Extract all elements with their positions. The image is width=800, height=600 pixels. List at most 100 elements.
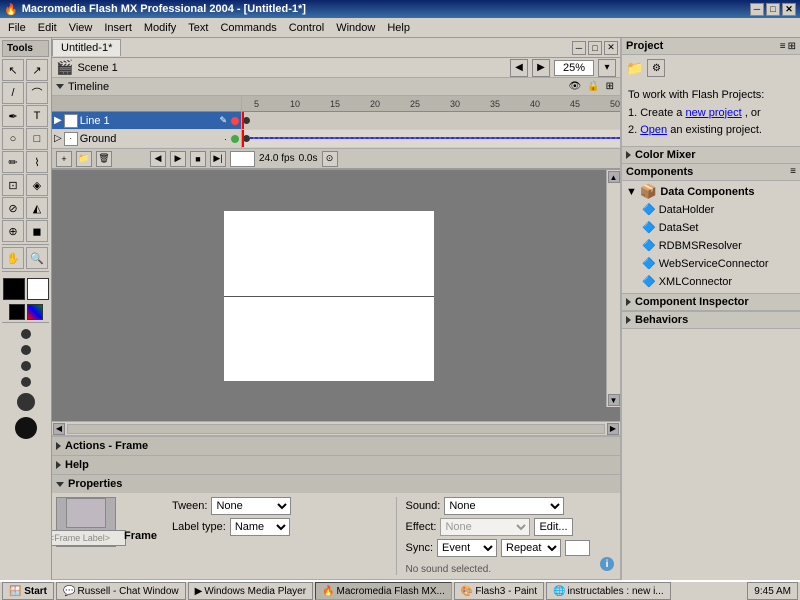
timeline-collapse-icon[interactable] bbox=[56, 84, 64, 89]
frame-row-ground[interactable] bbox=[242, 130, 620, 148]
text-tool[interactable]: T bbox=[26, 105, 48, 127]
start-button[interactable]: 🪟 Start bbox=[2, 582, 54, 600]
repeat-select[interactable]: Repeat bbox=[501, 539, 561, 557]
effect-select[interactable]: None bbox=[440, 518, 530, 536]
doc-tab[interactable]: Untitled-1* bbox=[52, 39, 121, 56]
project-icon-1[interactable]: ≡ bbox=[780, 41, 786, 52]
help-panel-header[interactable]: Help bbox=[52, 456, 620, 474]
zoom-box[interactable]: 25% bbox=[554, 60, 594, 76]
frame-row-line1[interactable] bbox=[242, 112, 620, 130]
frame-label-box[interactable]: <Frame Label> bbox=[52, 530, 126, 546]
taskbar-instructables[interactable]: 🌐 instructables : new i... bbox=[546, 582, 671, 600]
taskbar-paint[interactable]: 🎨 Flash3 - Paint bbox=[454, 582, 544, 600]
layer-edit-line1[interactable]: ✎ bbox=[217, 115, 229, 126]
prev-frame-btn[interactable]: ◀ bbox=[150, 151, 166, 167]
scene-prev-btn[interactable]: ◀ bbox=[510, 59, 528, 77]
menu-item-text[interactable]: Text bbox=[182, 20, 214, 36]
menu-item-edit[interactable]: Edit bbox=[32, 20, 63, 36]
line-tool[interactable]: / bbox=[2, 82, 24, 104]
taskbar-flash[interactable]: 🔥 Macromedia Flash MX... bbox=[315, 582, 452, 600]
eyedropper-tool[interactable]: ⊕ bbox=[2, 220, 24, 242]
component-inspector-header[interactable]: Component Inspector bbox=[622, 293, 800, 311]
zoom-dropdown-btn[interactable]: ▾ bbox=[598, 59, 616, 77]
delete-layer-btn[interactable]: 🗑 bbox=[96, 151, 112, 167]
new-layer-btn[interactable]: + bbox=[56, 151, 72, 167]
stage-container[interactable]: ▲ ▼ bbox=[52, 170, 620, 421]
new-folder-btn[interactable]: 📁 bbox=[76, 151, 92, 167]
pencil-tool[interactable]: ✏ bbox=[2, 151, 24, 173]
tween-select[interactable]: None bbox=[211, 497, 291, 515]
comp-item-xml[interactable]: 🔷 XMLConnector bbox=[624, 273, 798, 291]
layer-row-ground[interactable]: ▷ · Ground · bbox=[52, 130, 241, 148]
arrow-tool[interactable]: ↖ bbox=[2, 59, 24, 81]
comp-item-dataset[interactable]: 🔷 DataSet bbox=[624, 219, 798, 237]
info-icon[interactable]: i bbox=[598, 497, 616, 575]
project-icon-2[interactable]: ⊞ bbox=[788, 41, 796, 52]
v-scroll-down[interactable]: ▼ bbox=[608, 394, 620, 406]
sound-select[interactable]: None bbox=[444, 497, 564, 515]
subselect-tool[interactable]: ↗ bbox=[26, 59, 48, 81]
sync-select[interactable]: Event bbox=[437, 539, 497, 557]
stroke-color[interactable] bbox=[3, 278, 25, 300]
menu-item-modify[interactable]: Modify bbox=[138, 20, 182, 36]
black-white-btn[interactable] bbox=[9, 304, 25, 320]
hand-tool[interactable]: ✋ bbox=[2, 247, 24, 269]
behaviors-header[interactable]: Behaviors bbox=[622, 311, 800, 329]
comp-item-webservice[interactable]: 🔷 WebServiceConnector bbox=[624, 255, 798, 273]
loop-btn[interactable]: ⊙ bbox=[322, 151, 338, 167]
comp-folder-data[interactable]: ▼ 📦 Data Components bbox=[624, 183, 798, 201]
scene-next-btn[interactable]: ▶ bbox=[532, 59, 550, 77]
tl-icon-lock[interactable]: 🔒 bbox=[585, 80, 601, 93]
option-dot-4[interactable] bbox=[21, 377, 31, 387]
edit-button[interactable]: Edit... bbox=[534, 518, 572, 536]
rect-tool[interactable]: □ bbox=[26, 128, 48, 150]
doc-close-btn[interactable]: ✕ bbox=[604, 41, 618, 55]
v-scroll-up[interactable]: ▲ bbox=[608, 171, 620, 183]
h-scroll-right[interactable]: ▶ bbox=[607, 423, 619, 435]
maximize-button[interactable]: □ bbox=[766, 3, 780, 16]
swap-colors-btn[interactable] bbox=[27, 304, 43, 320]
menu-item-insert[interactable]: Insert bbox=[98, 20, 138, 36]
actions-panel-header[interactable]: Actions - Frame bbox=[52, 437, 620, 455]
lasso-tool[interactable]: ⌒ bbox=[26, 82, 48, 104]
comp-item-dataholder[interactable]: 🔷 DataHolder bbox=[624, 201, 798, 219]
new-project-link[interactable]: new project bbox=[685, 107, 741, 119]
frame-number-input[interactable]: 1 bbox=[230, 151, 255, 167]
free-transform-tool[interactable]: ⊡ bbox=[2, 174, 24, 196]
menu-item-help[interactable]: Help bbox=[381, 20, 416, 36]
paint-bucket-tool[interactable]: ◭ bbox=[26, 197, 48, 219]
ink-tool[interactable]: ⊘ bbox=[2, 197, 24, 219]
comp-item-rdbms[interactable]: 🔷 RDBMSResolver bbox=[624, 237, 798, 255]
play-btn[interactable]: ▶ bbox=[170, 151, 186, 167]
label-type-select[interactable]: Name bbox=[230, 518, 290, 536]
menu-item-file[interactable]: File bbox=[2, 20, 32, 36]
open-project-link[interactable]: Open bbox=[640, 124, 667, 136]
brush-tool[interactable]: ⌇ bbox=[26, 151, 48, 173]
layer-row-line1[interactable]: ▶ ▷ Line 1 ✎ bbox=[52, 112, 241, 130]
doc-restore-btn[interactable]: □ bbox=[588, 41, 602, 55]
project-settings-btn[interactable]: ⚙ bbox=[647, 59, 665, 77]
option-dot-5[interactable] bbox=[17, 393, 35, 411]
eraser-tool[interactable]: ◼ bbox=[26, 220, 48, 242]
menu-item-view[interactable]: View bbox=[63, 20, 99, 36]
option-dot-6[interactable] bbox=[15, 417, 37, 439]
pen-tool[interactable]: ✒ bbox=[2, 105, 24, 127]
h-scrollbar[interactable]: ◀ ▶ bbox=[52, 421, 620, 435]
tl-icon-grid[interactable]: ⊞ bbox=[604, 80, 616, 93]
menu-item-control[interactable]: Control bbox=[283, 20, 330, 36]
taskbar-chat[interactable]: 💬 Russell - Chat Window bbox=[56, 582, 186, 600]
h-scroll-left[interactable]: ◀ bbox=[53, 423, 65, 435]
oval-tool[interactable]: ○ bbox=[2, 128, 24, 150]
v-scrollbar[interactable]: ▲ ▼ bbox=[606, 170, 620, 407]
minimize-button[interactable]: ─ bbox=[750, 3, 764, 16]
tl-icon-eye[interactable]: 👁 bbox=[566, 80, 583, 93]
option-dot-3[interactable] bbox=[21, 361, 31, 371]
menu-item-window[interactable]: Window bbox=[330, 20, 381, 36]
close-button[interactable]: ✕ bbox=[782, 3, 796, 16]
next-frame-btn[interactable]: ▶| bbox=[210, 151, 226, 167]
layer-edit-ground[interactable]: · bbox=[222, 134, 229, 144]
option-dot-1[interactable] bbox=[21, 329, 31, 339]
zoom-tool[interactable]: 🔍 bbox=[26, 247, 48, 269]
titlebar-controls[interactable]: ─ □ ✕ bbox=[750, 3, 796, 16]
option-dot-2[interactable] bbox=[21, 345, 31, 355]
